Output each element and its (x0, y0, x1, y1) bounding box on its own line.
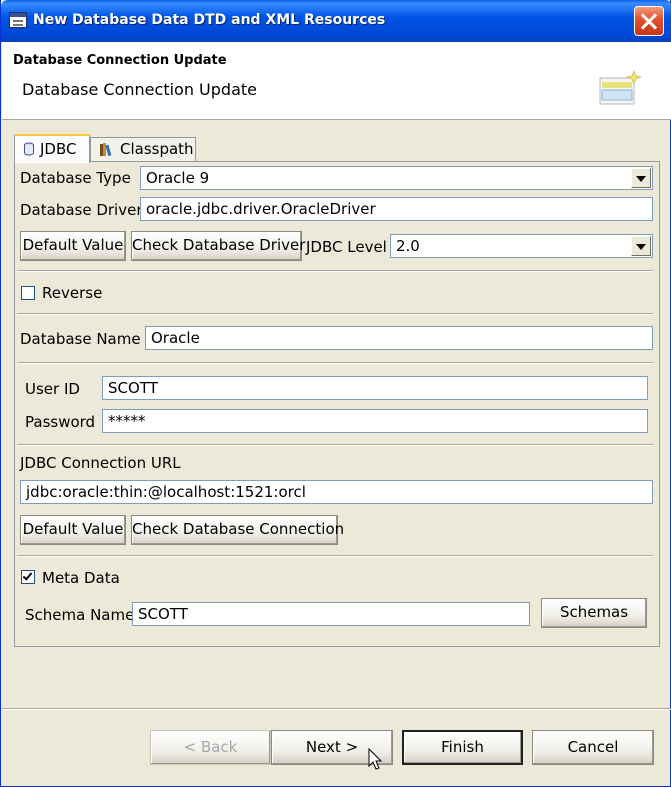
footer-divider (2, 708, 671, 710)
database-type-select[interactable]: Oracle 9 (140, 166, 653, 190)
schemas-button[interactable]: Schemas (541, 598, 647, 628)
jdbc-level-value: 2.0 (396, 237, 420, 255)
window-title: New Database Data DTD and XML Resources (33, 12, 386, 28)
database-icon (24, 142, 34, 156)
back-button[interactable]: < Back (150, 730, 271, 765)
tab-jdbc[interactable]: JDBC (14, 134, 90, 163)
schema-name-label: Schema Name (25, 606, 135, 624)
divider (17, 362, 653, 364)
database-name-label: Database Name (20, 330, 141, 348)
tab-classpath-label: Classpath (120, 140, 194, 158)
database-driver-label: Database Driver (20, 201, 143, 219)
database-driver-value: oracle.jdbc.driver.OracleDriver (146, 200, 376, 218)
tab-jdbc-label: JDBC (40, 140, 77, 158)
default-value-button[interactable]: Default Value (20, 231, 126, 261)
database-driver-input[interactable]: oracle.jdbc.driver.OracleDriver (140, 197, 653, 221)
reverse-label: Reverse (42, 284, 103, 302)
wizard-header: Database Connection Update Database Conn… (2, 42, 671, 120)
connection-url-value: jdbc:oracle:thin:@localhost:1521:orcl (26, 483, 306, 501)
finish-button[interactable]: Finish (402, 730, 523, 765)
schema-name-input[interactable]: SCOTT (132, 602, 530, 626)
database-name-value: Oracle (151, 329, 200, 347)
page-description: Database Connection Update (22, 80, 257, 99)
database-name-input[interactable]: Oracle (145, 326, 653, 350)
user-id-label: User ID (25, 380, 80, 398)
close-icon[interactable] (634, 6, 664, 36)
jdbc-level-select[interactable]: 2.0 (390, 234, 653, 258)
divider (17, 444, 653, 446)
user-id-value: SCOTT (108, 379, 158, 397)
schema-name-value: SCOTT (138, 605, 188, 623)
database-type-label: Database Type (20, 169, 131, 187)
divider (17, 555, 653, 557)
tab-classpath[interactable]: Classpath (90, 137, 196, 162)
database-type-value: Oracle 9 (146, 169, 210, 187)
meta-data-checkbox[interactable] (21, 570, 35, 584)
connection-url-label: JDBC Connection URL (20, 454, 181, 472)
app-window-icon (9, 12, 27, 28)
books-icon (100, 143, 112, 156)
check-database-connection-button[interactable]: Check Database Connection (131, 515, 344, 545)
password-value: ***** (108, 412, 146, 430)
cancel-button[interactable]: Cancel (532, 730, 654, 765)
chevron-down-icon[interactable] (631, 236, 651, 256)
checkmark-icon (22, 570, 33, 581)
password-label: Password (25, 413, 96, 431)
mouse-pointer-icon (368, 748, 383, 770)
check-database-driver-button[interactable]: Check Database Driver (131, 231, 305, 261)
connection-url-input[interactable]: jdbc:oracle:thin:@localhost:1521:orcl (20, 480, 653, 504)
wizard-dialog: New Database Data DTD and XML Resources … (0, 0, 671, 787)
divider (17, 313, 653, 315)
meta-data-label: Meta Data (42, 569, 120, 587)
reverse-checkbox[interactable] (21, 286, 35, 300)
title-bar[interactable]: New Database Data DTD and XML Resources (1, 0, 671, 42)
user-id-input[interactable]: SCOTT (102, 376, 648, 400)
password-input[interactable]: ***** (102, 409, 648, 433)
divider (17, 270, 653, 272)
chevron-down-icon[interactable] (631, 168, 651, 188)
wizard-banner-icon (599, 70, 642, 105)
page-title: Database Connection Update (13, 53, 227, 68)
jdbc-level-label: JDBC Level (306, 238, 387, 256)
default-value-button-2[interactable]: Default Value (20, 515, 126, 545)
